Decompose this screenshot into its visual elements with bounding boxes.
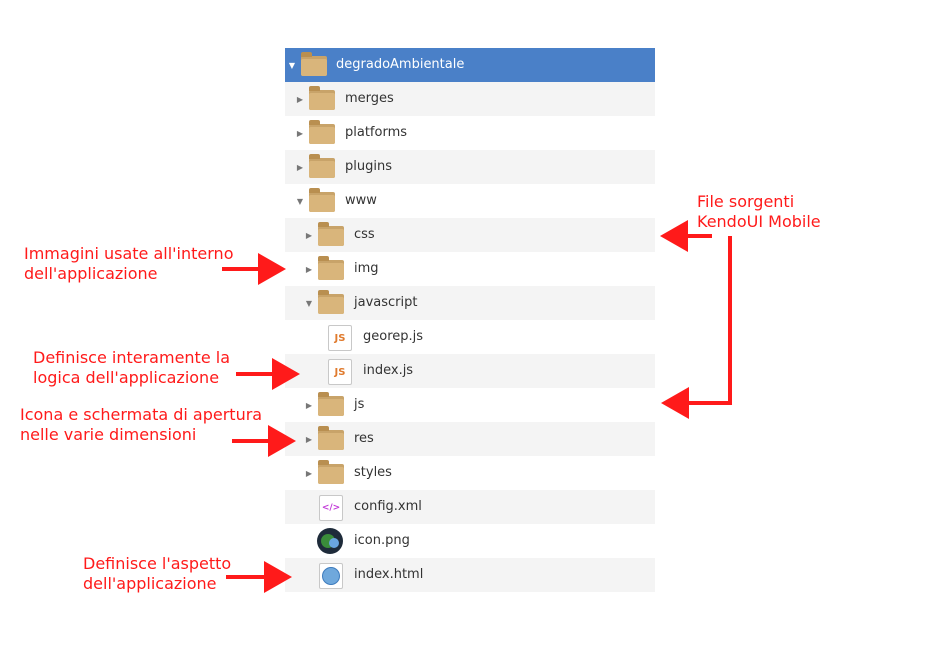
arrow-to-js [661,236,732,419]
annotation-arrows [222,220,732,593]
